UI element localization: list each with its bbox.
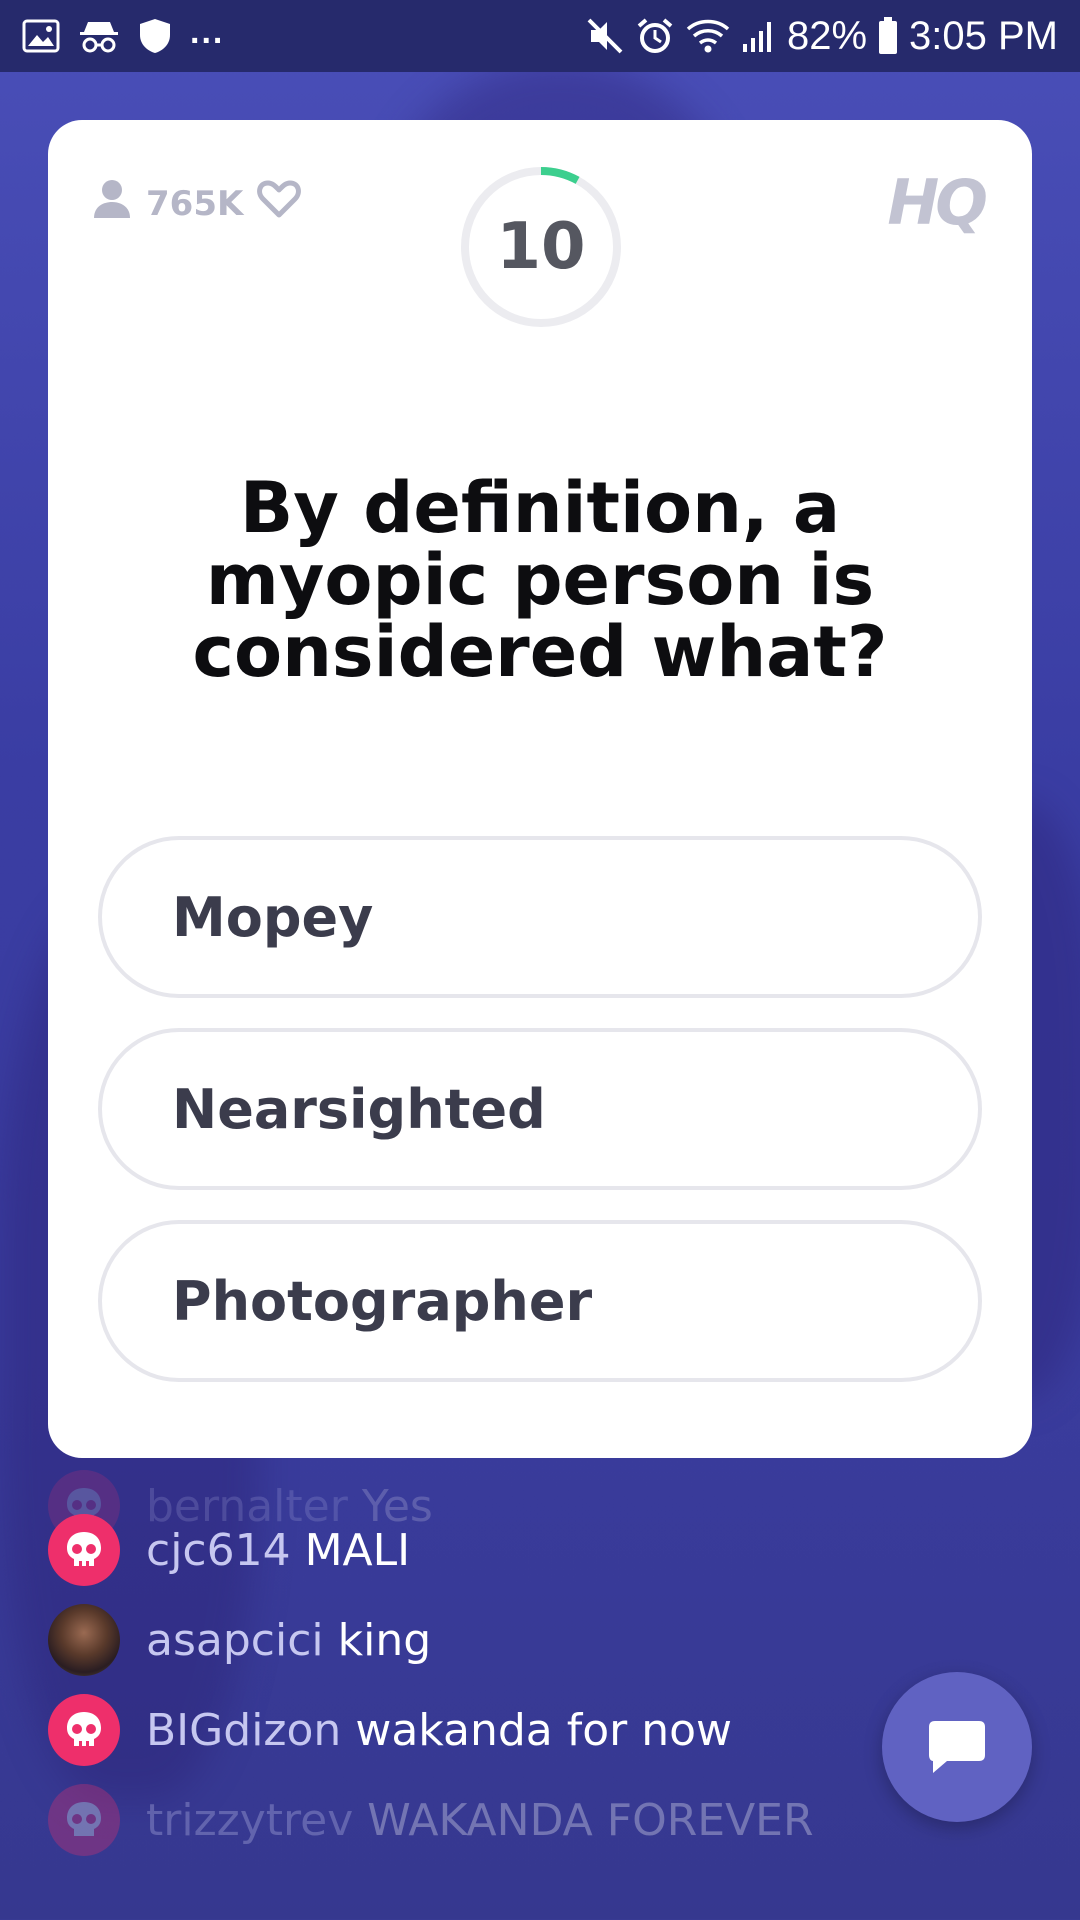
chat-text: king [337, 1614, 432, 1666]
answer-label: Nearsighted [172, 1077, 546, 1141]
avatar [48, 1604, 120, 1676]
countdown-timer: 10 [458, 164, 624, 330]
chat-message: cjc614 MALI [48, 1514, 410, 1586]
skull-icon [67, 1712, 101, 1746]
chat-username: trizzytrev [146, 1794, 354, 1846]
question-card: 765K 10 HQ By definition, a myopic perso… [48, 120, 1032, 1458]
more-notifications-indicator: ... [190, 12, 225, 51]
clock-time: 3:05 PM [909, 13, 1058, 58]
answer-label: Photographer [172, 1269, 593, 1333]
image-icon [22, 19, 60, 53]
battery-icon [877, 16, 899, 56]
chat-bubble-icon [929, 1721, 985, 1773]
question-text: By definition, a myopic person is consid… [192, 467, 888, 693]
incognito-icon [78, 18, 120, 54]
heart-icon [257, 179, 302, 228]
answer-option-2[interactable]: Nearsighted [98, 1028, 982, 1190]
chat-username: asapcici [146, 1614, 324, 1666]
timer-value: 10 [496, 210, 586, 284]
chat-message: trizzytrev WAKANDA FOREVER [48, 1784, 814, 1856]
answer-option-1[interactable]: Mopey [98, 836, 982, 998]
chat-username: BIGdizon [146, 1704, 342, 1756]
alarm-icon [635, 16, 675, 56]
mute-icon [585, 16, 625, 56]
person-icon [92, 178, 132, 229]
avatar [48, 1514, 120, 1586]
open-chat-button[interactable] [882, 1672, 1032, 1822]
viewer-count: 765K [92, 178, 302, 229]
answer-option-3[interactable]: Photographer [98, 1220, 982, 1382]
hq-logo: HQ [887, 166, 988, 239]
chat-text: WAKANDA FOREVER [367, 1794, 814, 1846]
avatar [48, 1784, 120, 1856]
battery-percent: 82% [786, 13, 868, 58]
chat-text: wakanda for now [355, 1704, 732, 1756]
answer-label: Mopey [172, 885, 374, 949]
signal-icon [741, 18, 777, 54]
chat-text: MALI [304, 1524, 411, 1576]
viewer-count-value: 765K [146, 183, 244, 224]
avatar [48, 1694, 120, 1766]
chat-message: asapcici king [48, 1604, 431, 1676]
skull-icon [67, 1532, 101, 1566]
wifi-icon [685, 17, 731, 55]
chat-message: BIGdizon wakanda for now [48, 1694, 732, 1766]
status-bar: ... 82% 3:05 PM [0, 0, 1080, 72]
chat-username: cjc614 [146, 1524, 291, 1576]
shield-icon [138, 17, 172, 55]
skull-icon [67, 1802, 101, 1836]
